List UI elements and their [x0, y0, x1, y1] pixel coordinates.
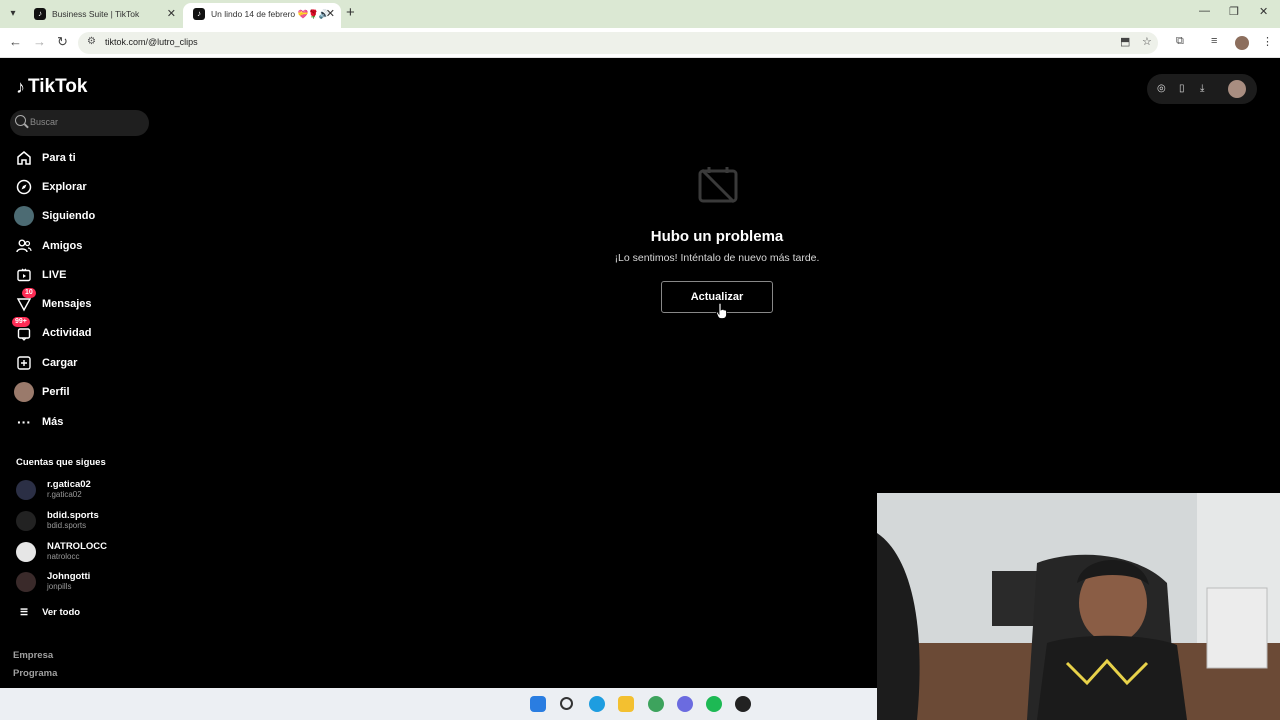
close-window-icon[interactable]: ✕: [1259, 5, 1268, 18]
nav-actividad[interactable]: 99+ Actividad: [12, 317, 92, 344]
avatar: [16, 511, 36, 531]
following-account[interactable]: NATROLOCC natrolocc: [16, 539, 107, 565]
inbox-icon: 10: [14, 288, 36, 314]
reload-icon[interactable]: ↻: [57, 34, 68, 50]
tab-search-button[interactable]: ▾: [4, 5, 22, 23]
install-app-icon[interactable]: ⬒: [1120, 35, 1130, 48]
avatar: [14, 206, 34, 226]
following-account[interactable]: Johngotti jonpills: [16, 569, 90, 595]
profile-avatar[interactable]: [1228, 80, 1246, 98]
browser-tab-active[interactable]: ♪ Un lindo 14 de febrero 💝🌹🔊 ✕: [183, 3, 341, 28]
taskbar: [0, 688, 878, 720]
header-actions: ◎ ▯ ⤓: [1147, 74, 1257, 104]
nav-siguiendo[interactable]: Siguiendo: [14, 205, 95, 227]
windows-start-icon[interactable]: [530, 696, 546, 712]
close-tab-icon[interactable]: ✕: [167, 3, 176, 25]
browser-tab-strip: ▾ ♪ Business Suite | TikTok ✕ ♪ Un lindo…: [0, 0, 1280, 28]
activity-badge: 99+: [12, 317, 30, 327]
tiktok-favicon-icon: ♪: [34, 8, 46, 20]
edge-browser-icon[interactable]: [589, 696, 605, 712]
chrome-browser-icon[interactable]: [648, 696, 664, 712]
app-icon[interactable]: [735, 696, 751, 712]
tab-title: Business Suite | TikTok: [52, 9, 140, 19]
avatar: [16, 542, 36, 562]
search-icon[interactable]: [560, 697, 573, 710]
error-subtitle: ¡Lo sentimos! Inténtalo de nuevo más tar…: [614, 252, 820, 264]
close-tab-icon[interactable]: ✕: [326, 3, 335, 25]
menu-dots-icon[interactable]: ⋮: [1262, 35, 1273, 48]
following-account[interactable]: r.gatica02 r.gatica02: [16, 477, 91, 503]
nav-explorar[interactable]: Explorar: [14, 176, 87, 198]
site-info-icon[interactable]: ⚙: [87, 36, 96, 47]
avatar: [14, 382, 34, 402]
mobile-app-icon[interactable]: ▯: [1179, 83, 1185, 94]
browser-toolbar: ← → ↻ ⚙ tiktok.com/@lutro_clips ⬒ ☆ ⧉ ≡ …: [0, 28, 1280, 58]
friends-icon: [14, 236, 34, 256]
see-all-button[interactable]: ☰ Ver todo: [20, 607, 80, 618]
live-icon: [14, 265, 34, 285]
nav-para-ti[interactable]: Para ti: [14, 147, 76, 169]
nav-live[interactable]: LIVE: [14, 264, 66, 286]
avatar: [16, 480, 36, 500]
footer-link-programa[interactable]: Programa: [13, 668, 57, 679]
media-controls-icon[interactable]: ≡: [1211, 35, 1217, 47]
new-tab-button[interactable]: +: [346, 4, 355, 21]
messages-badge: 10: [22, 288, 36, 298]
tab-title: Un lindo 14 de febrero 💝🌹🔊: [211, 9, 330, 19]
extensions-icon[interactable]: ⧉: [1176, 35, 1184, 48]
activity-icon: 99+: [12, 317, 34, 343]
avatar: [16, 572, 36, 592]
hand-cursor-icon: [716, 303, 727, 319]
search-icon: [15, 115, 26, 126]
spotify-icon[interactable]: [706, 696, 722, 712]
calendar-off-icon: [698, 167, 738, 204]
more-icon: ···: [17, 414, 31, 430]
tiktok-logo[interactable]: ♪ TikTok: [16, 76, 87, 98]
tiktok-favicon-icon: ♪: [193, 8, 205, 20]
sidebar: ♪ TikTok Buscar Para ti Explorar Siguien…: [0, 58, 160, 688]
following-section-title: Cuentas que sigues: [16, 457, 106, 468]
webcam-overlay: [877, 493, 1280, 720]
nav-perfil[interactable]: Perfil: [14, 381, 70, 403]
coins-icon[interactable]: ◎: [1157, 83, 1166, 94]
footer-link-empresa[interactable]: Empresa: [13, 650, 53, 661]
restore-window-icon[interactable]: ❐: [1229, 5, 1239, 18]
address-bar[interactable]: ⚙ tiktok.com/@lutro_clips: [78, 32, 1158, 54]
minimize-window-icon[interactable]: —: [1199, 5, 1210, 17]
file-explorer-icon[interactable]: [618, 696, 634, 712]
discord-icon[interactable]: [677, 696, 693, 712]
search-placeholder: Buscar: [30, 117, 59, 127]
home-icon: [14, 148, 34, 168]
nav-cargar[interactable]: Cargar: [14, 352, 77, 374]
browser-tab[interactable]: ♪ Business Suite | TikTok ✕: [24, 3, 182, 28]
nav-mensajes[interactable]: 10 Mensajes: [14, 288, 92, 315]
download-icon[interactable]: ⤓: [1200, 83, 1204, 94]
upload-icon: [14, 353, 34, 373]
error-title: Hubo un problema: [650, 228, 784, 245]
url-text: tiktok.com/@lutro_clips: [105, 37, 198, 47]
nav-mas[interactable]: ··· Más: [14, 411, 63, 433]
forward-icon[interactable]: →: [33, 34, 46, 49]
tiktok-note-icon: ♪: [16, 76, 25, 97]
profile-avatar[interactable]: [1235, 36, 1249, 50]
back-icon[interactable]: ←: [9, 34, 22, 49]
compass-icon: [14, 177, 34, 197]
following-account[interactable]: bdid.sports bdid.sports: [16, 508, 99, 534]
nav-amigos[interactable]: Amigos: [14, 235, 82, 257]
search-input[interactable]: Buscar: [10, 110, 149, 136]
bookmark-star-icon[interactable]: ☆: [1142, 35, 1152, 48]
list-icon: ☰: [20, 607, 29, 617]
